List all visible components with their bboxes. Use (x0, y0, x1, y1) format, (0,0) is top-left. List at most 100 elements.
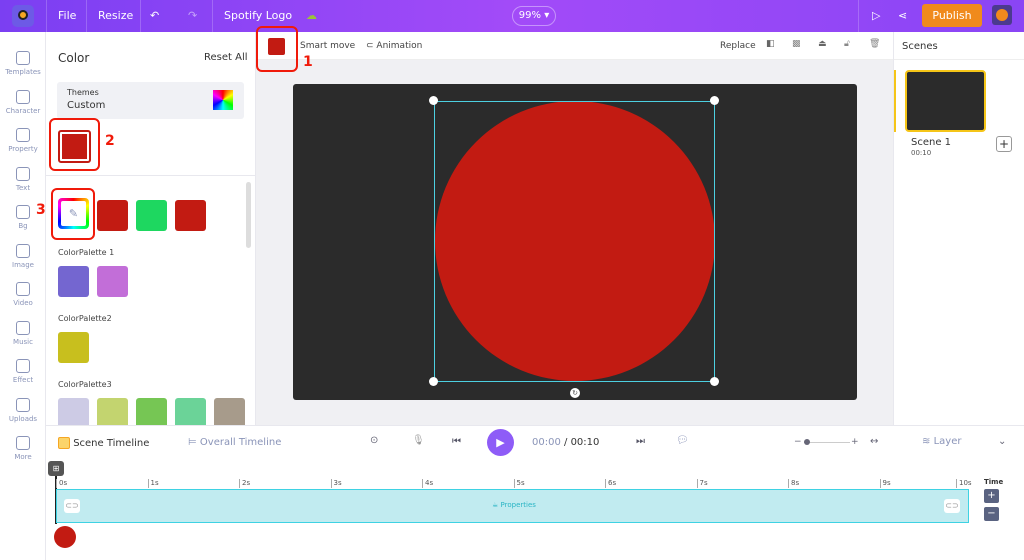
play-preview-icon[interactable]: ▷ (872, 9, 880, 22)
properties-text: Properties (500, 501, 536, 509)
annotation-number: 1 (303, 54, 313, 70)
nav-item-character[interactable]: Character (0, 89, 46, 115)
text-icon (16, 166, 30, 181)
cloud-save-icon: ☁ (306, 9, 317, 22)
resize-handle[interactable] (429, 96, 438, 105)
layer-label: Layer (933, 436, 962, 447)
animation-icon: ⊂ (366, 41, 374, 51)
color-wheel-icon (213, 90, 233, 110)
selection-box[interactable] (434, 101, 715, 382)
recent-color-swatch[interactable] (97, 200, 128, 231)
share-icon[interactable]: ⋖ (898, 9, 907, 22)
time-tick: 8s (788, 479, 799, 488)
collapse-timeline-icon[interactable]: ⌄ (998, 436, 1006, 447)
fit-width-icon[interactable]: ↔ (870, 436, 878, 447)
recent-color-swatch[interactable] (136, 200, 167, 231)
zoom-slider[interactable]: − + (794, 437, 859, 447)
scenes-panel: Scenes Scene 1 00:10 + (893, 32, 1024, 425)
resize-menu[interactable]: Resize (98, 9, 133, 22)
nav-label: Image (12, 260, 34, 269)
record-screen-icon[interactable]: ⊙ (370, 435, 378, 446)
resize-handle[interactable] (429, 377, 438, 386)
time-decrease-button[interactable]: − (984, 507, 999, 521)
playhead-handle[interactable]: ⊞ (48, 461, 64, 476)
palette-color-swatch[interactable] (214, 398, 245, 425)
microphone-icon[interactable]: 🎙︎ (412, 435, 425, 446)
templates-icon (16, 51, 30, 65)
effect-icon (16, 359, 30, 373)
rotate-handle-icon[interactable]: ↻ (570, 388, 580, 398)
zoom-value: 99% (518, 10, 542, 21)
nav-item-text[interactable]: Text (0, 166, 46, 192)
nav-item-video[interactable]: Video (0, 282, 46, 307)
canvas[interactable]: ↻ (293, 84, 857, 400)
subtitles-icon[interactable]: 💬︎ (676, 435, 689, 446)
animation-button[interactable]: ⊂ Animation (366, 41, 422, 51)
time-tick: 9s (879, 479, 891, 488)
current-time: 00:00 (532, 437, 561, 448)
overall-timeline-icon: ⊨ (188, 437, 197, 448)
themes-selector[interactable]: Themes Custom (57, 82, 244, 119)
palette-color-swatch[interactable] (97, 266, 128, 297)
smart-move-button[interactable]: Smart move (300, 41, 355, 51)
lock-icon[interactable]: 🔓︎ (844, 39, 850, 49)
properties-track[interactable]: ⊂⊃ ☕︎ Properties ⊂⊃ (56, 489, 969, 523)
time-tick: 6s (605, 479, 616, 488)
flip-icon[interactable]: ◧ (766, 39, 775, 49)
nav-label: Effect (12, 376, 34, 384)
undo-icon[interactable]: ↶ (150, 9, 159, 22)
palette-color-swatch[interactable] (58, 266, 89, 297)
palette-color-swatch[interactable] (58, 398, 89, 425)
resize-handle[interactable] (710, 96, 719, 105)
scene-timeline-tab[interactable]: Scene Timeline (58, 437, 149, 449)
time-increase-button[interactable]: + (984, 489, 999, 503)
layer-icon: ≋ (922, 436, 931, 447)
nav-item-uploads[interactable]: Uploads (0, 397, 46, 423)
transparency-icon[interactable]: ▩ (792, 39, 801, 49)
nav-label: Property (8, 145, 38, 153)
publish-button[interactable]: Publish (922, 4, 982, 27)
layer-thumbnail-circle[interactable] (54, 526, 76, 548)
scene-timeline-label: Scene Timeline (73, 438, 150, 449)
animation-label: Animation (376, 41, 423, 51)
nav-item-more[interactable]: More (0, 436, 46, 461)
time-label: Time (984, 478, 1004, 486)
replace-button[interactable]: Replace (720, 41, 756, 51)
add-scene-button[interactable]: + (996, 136, 1012, 152)
scene-timeline-icon (58, 437, 70, 449)
zoom-dropdown[interactable]: 99% ▾ (512, 6, 556, 26)
app-logo[interactable] (12, 5, 34, 27)
overall-timeline-tab[interactable]: ⊨ Overall Timeline (188, 437, 281, 448)
recent-color-swatch[interactable] (175, 200, 206, 231)
skip-forward-icon[interactable]: ⏭︎ (636, 436, 645, 447)
delete-icon[interactable]: 🗑︎ (869, 39, 880, 49)
file-menu[interactable]: File (58, 9, 76, 22)
project-title[interactable]: Spotify Logo (224, 9, 292, 22)
scene-thumbnail[interactable] (905, 70, 986, 132)
panel-scrollbar[interactable] (246, 182, 251, 248)
scene-time: 00:10 (911, 149, 932, 157)
redo-icon[interactable]: ↷ (188, 9, 197, 22)
palette-color-swatch[interactable] (175, 398, 206, 425)
character-icon (16, 89, 30, 104)
link-icon[interactable]: ⊂⊃ (944, 499, 960, 513)
align-icon[interactable]: ⏏ (818, 39, 827, 49)
palette-color-swatch[interactable] (58, 332, 89, 363)
nav-item-property[interactable]: Property (0, 128, 46, 153)
palette-color-swatch[interactable] (136, 398, 167, 425)
skip-back-icon[interactable]: ⏮︎ (452, 436, 461, 447)
nav-item-templates[interactable]: Templates (0, 51, 46, 76)
top-bar: File Resize ↶ ↷ Spotify Logo ☁ 99% ▾ ▷ ⋖… (0, 0, 1024, 32)
left-nav: Templates Character Property Text Bg Image Vid… (0, 32, 46, 560)
nav-item-image[interactable]: Image (0, 243, 46, 269)
play-button[interactable]: ▶ (487, 429, 514, 456)
palette-color-swatch[interactable] (97, 398, 128, 425)
layer-button[interactable]: ≋ Layer (922, 436, 961, 447)
nav-item-music[interactable]: Music (0, 320, 46, 346)
uploads-icon (16, 397, 30, 412)
resize-handle[interactable] (710, 377, 719, 386)
avatar[interactable] (992, 5, 1012, 25)
nav-item-effect[interactable]: Effect (0, 359, 46, 384)
reset-all-button[interactable]: Reset All (204, 52, 248, 63)
link-icon[interactable]: ⊂⊃ (64, 499, 80, 513)
